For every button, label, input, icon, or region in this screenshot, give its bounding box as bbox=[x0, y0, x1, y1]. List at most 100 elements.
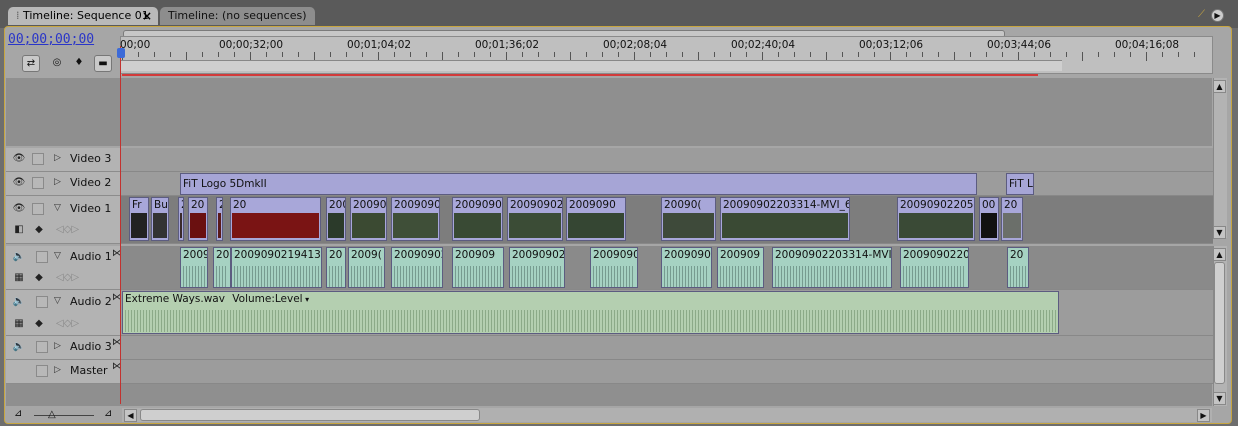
ruler-tick bbox=[794, 52, 795, 57]
keyframe-display-icon[interactable]: ◆ bbox=[32, 272, 46, 284]
ruler-tick bbox=[330, 52, 331, 57]
video-clip[interactable]: 200909022052 bbox=[897, 197, 975, 241]
expand-icon[interactable]: ▷ bbox=[54, 153, 61, 163]
ruler-tick bbox=[618, 52, 619, 57]
audio-clip[interactable]: 200909 bbox=[452, 247, 504, 288]
video-clip[interactable]: 200909021941350 bbox=[216, 197, 223, 241]
collapse-icon[interactable]: ▽ bbox=[54, 203, 61, 213]
audio-clip[interactable]: 200909022052 bbox=[900, 247, 969, 288]
eye-icon[interactable]: 👁 bbox=[12, 203, 26, 215]
track-audio1[interactable]: 200920200909021941350202009(200909022009… bbox=[121, 246, 1213, 290]
lock-toggle[interactable] bbox=[36, 341, 48, 353]
audio-clip[interactable]: 20090902 bbox=[391, 247, 443, 288]
scroll-up-icon[interactable]: ▲ bbox=[1213, 248, 1226, 261]
expand-icon[interactable]: ▷ bbox=[54, 341, 61, 351]
tab-no-sequences[interactable]: Timeline: (no sequences) bbox=[160, 7, 315, 25]
lock-toggle[interactable] bbox=[32, 177, 44, 189]
video-clip[interactable]: 20 bbox=[1001, 197, 1023, 241]
track-audio3[interactable] bbox=[121, 336, 1213, 360]
display-style-icon[interactable]: ◧ bbox=[12, 224, 26, 236]
track-video1[interactable]: FrBu200920200909021941350202009020090902… bbox=[121, 196, 1213, 244]
video-clip[interactable]: 2009090 bbox=[391, 197, 440, 241]
close-icon[interactable]: × bbox=[142, 7, 152, 25]
speaker-icon[interactable]: 🔈 bbox=[12, 251, 26, 263]
current-timecode[interactable]: 00;00;00;00 bbox=[8, 32, 94, 47]
waveform-display-icon[interactable]: ▦ bbox=[12, 318, 26, 330]
marker-icon[interactable]: ◎ bbox=[48, 55, 66, 72]
playhead-handle[interactable] bbox=[117, 48, 125, 58]
prev-keyframe-icon[interactable]: ◁◇▷ bbox=[56, 224, 79, 236]
video-clip[interactable]: Bu bbox=[151, 197, 169, 241]
video-clip[interactable]: 20 bbox=[230, 197, 321, 241]
scroll-up-icon[interactable]: ▲ bbox=[1213, 80, 1226, 93]
audio-clip[interactable]: 2009 bbox=[180, 247, 208, 288]
video-clip[interactable]: 200909022010 bbox=[507, 197, 563, 241]
zoom-handle[interactable]: △ bbox=[48, 409, 56, 420]
speaker-icon[interactable]: 🔈 bbox=[12, 341, 26, 353]
video-clip[interactable]: 20 bbox=[188, 197, 208, 241]
clip-thumbnail bbox=[722, 213, 848, 238]
keyframe-display-icon[interactable]: ◆ bbox=[32, 224, 46, 236]
lock-toggle[interactable] bbox=[36, 296, 48, 308]
video-clip[interactable]: 20090( bbox=[661, 197, 716, 241]
scroll-left-icon[interactable]: ◀ bbox=[124, 409, 137, 422]
lock-toggle[interactable] bbox=[32, 153, 44, 165]
audio-clip[interactable]: 200909 bbox=[717, 247, 764, 288]
video-clip[interactable]: 20090902203314-MVI_6400 bbox=[720, 197, 850, 241]
video-clip[interactable]: 2009 bbox=[178, 197, 184, 241]
horizontal-scroll-thumb[interactable] bbox=[140, 409, 480, 421]
track-audio2[interactable]: Extreme Ways.wav Volume:Level ▾ bbox=[121, 290, 1213, 336]
eye-icon[interactable]: 👁 bbox=[12, 177, 26, 189]
ruler-tick bbox=[778, 52, 779, 57]
eye-icon[interactable]: 👁 bbox=[12, 153, 26, 165]
zoom-out-icon[interactable]: ⊿ bbox=[14, 408, 22, 419]
audio-clip[interactable]: 20090902201 bbox=[509, 247, 565, 288]
collapse-icon[interactable]: ▽ bbox=[54, 251, 61, 261]
speaker-icon[interactable]: 🔈 bbox=[12, 296, 26, 308]
track-master[interactable] bbox=[121, 360, 1213, 384]
lock-toggle[interactable] bbox=[32, 203, 44, 215]
scroll-down-icon[interactable]: ▼ bbox=[1213, 226, 1226, 239]
clip-fit-logo[interactable]: FiT Logo 5DmkII bbox=[180, 173, 977, 195]
audio-clip[interactable]: 20 bbox=[326, 247, 346, 288]
audio-clip[interactable]: 2009( bbox=[348, 247, 385, 288]
tab-sequence-01[interactable]: ⁞ Timeline: Sequence 01 × bbox=[8, 7, 158, 25]
audio-scroll-thumb[interactable] bbox=[1214, 262, 1225, 384]
scroll-down-icon[interactable]: ▼ bbox=[1213, 392, 1226, 405]
scroll-right-icon[interactable]: ▶ bbox=[1197, 409, 1210, 422]
panel-resize-icon[interactable]: ⟋ bbox=[1198, 9, 1210, 21]
audio-clip[interactable]: 2009090 bbox=[661, 247, 712, 288]
audio-clip[interactable]: 200909021941350 bbox=[231, 247, 322, 288]
keyframe-display-icon[interactable]: ◆ bbox=[32, 318, 46, 330]
keyframe-icon[interactable]: ♦ bbox=[70, 55, 88, 72]
waveform-display-icon[interactable]: ▦ bbox=[12, 272, 26, 284]
prev-keyframe-icon[interactable]: ◁◇▷ bbox=[56, 318, 79, 330]
track-video3[interactable] bbox=[121, 148, 1213, 172]
video-clip[interactable]: 2009090 bbox=[566, 197, 626, 241]
clip-param-menu[interactable]: Volume:Level bbox=[232, 293, 302, 305]
lock-toggle[interactable] bbox=[36, 365, 48, 377]
prev-keyframe-icon[interactable]: ◁◇▷ bbox=[56, 272, 79, 284]
collapse-icon[interactable]: ▽ bbox=[54, 296, 61, 306]
set-marker-icon[interactable]: ▬ bbox=[94, 55, 112, 72]
audio-clip[interactable]: 20 bbox=[1007, 247, 1029, 288]
lock-toggle[interactable] bbox=[36, 251, 48, 263]
zoom-in-icon[interactable]: ⊿ bbox=[104, 408, 112, 419]
video-vertical-scrollbar[interactable] bbox=[1213, 78, 1227, 238]
expand-icon[interactable]: ▷ bbox=[54, 177, 61, 187]
panel-menu-icon[interactable]: ▶ bbox=[1211, 9, 1224, 22]
video-clip[interactable]: Fr bbox=[129, 197, 149, 241]
track-video2[interactable]: FiT Logo 5DmkII FiT L bbox=[121, 172, 1213, 196]
clip-fit-logo-2[interactable]: FiT L bbox=[1006, 173, 1034, 195]
audio-clip[interactable]: 20 bbox=[213, 247, 231, 288]
video-clip[interactable]: 20090902201 bbox=[452, 197, 503, 241]
audio-clip[interactable]: 20090902203314-MVI_6400 bbox=[772, 247, 892, 288]
video-clip[interactable]: 20090 bbox=[326, 197, 346, 241]
audio-clip[interactable]: 20090902 bbox=[590, 247, 638, 288]
video-clip[interactable]: 200909020 bbox=[350, 197, 387, 241]
expand-icon[interactable]: ▷ bbox=[54, 365, 61, 375]
zoom-slider[interactable]: ⊿ △ ⊿ bbox=[8, 408, 118, 422]
snap-icon[interactable]: ⇄ bbox=[22, 55, 40, 72]
clip-extreme-ways[interactable]: Extreme Ways.wav Volume:Level ▾ bbox=[122, 291, 1059, 334]
video-clip[interactable]: 00 bbox=[979, 197, 999, 241]
